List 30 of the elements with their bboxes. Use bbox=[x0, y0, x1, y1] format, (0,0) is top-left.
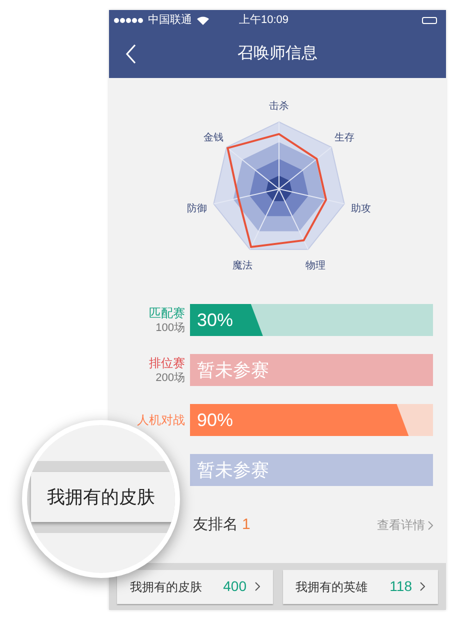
progress-text: 30% bbox=[197, 309, 234, 332]
chevron-right-icon bbox=[428, 520, 433, 530]
progress-text: 90% bbox=[197, 409, 234, 432]
radar-axis-label: 物理 bbox=[305, 260, 326, 272]
chevron-right-icon bbox=[420, 582, 425, 591]
ranking-value: 1 bbox=[242, 516, 250, 533]
wifi-icon bbox=[197, 16, 209, 24]
mode-label: 排位赛 bbox=[149, 354, 185, 370]
progress-text: 暂未参赛 bbox=[197, 359, 269, 382]
radar-axis-label: 魔法 bbox=[232, 260, 253, 272]
battery-icon bbox=[422, 16, 437, 24]
chevron-right-icon bbox=[254, 582, 260, 591]
radar-axis-label: 防御 bbox=[187, 204, 208, 215]
match-count: 100场 bbox=[156, 320, 185, 336]
mode-label: 人机对战 bbox=[137, 412, 185, 428]
radar-axis-label: 生存 bbox=[334, 132, 355, 144]
ranking-label: 友排名 bbox=[193, 516, 238, 533]
radar-axis-label: 击杀 bbox=[269, 101, 289, 112]
radar-axis-label: 金钱 bbox=[203, 132, 224, 144]
radar-axis-label: 助攻 bbox=[350, 204, 371, 215]
mode-label: 匹配赛 bbox=[149, 304, 185, 320]
stat-button[interactable]: 我拥有的英雄 118 bbox=[282, 570, 438, 604]
signal-icon bbox=[114, 18, 143, 22]
match-count: 200场 bbox=[156, 370, 185, 386]
page-title: 召唤师信息 bbox=[238, 44, 318, 64]
progress-text: 暂未参赛 bbox=[197, 459, 269, 482]
stat-button[interactable]: 我拥有的皮肤 400 bbox=[117, 570, 272, 604]
status-time: 上午10:09 bbox=[239, 12, 289, 28]
back-icon bbox=[125, 44, 137, 64]
carrier-name: 中国联通 bbox=[148, 12, 192, 28]
